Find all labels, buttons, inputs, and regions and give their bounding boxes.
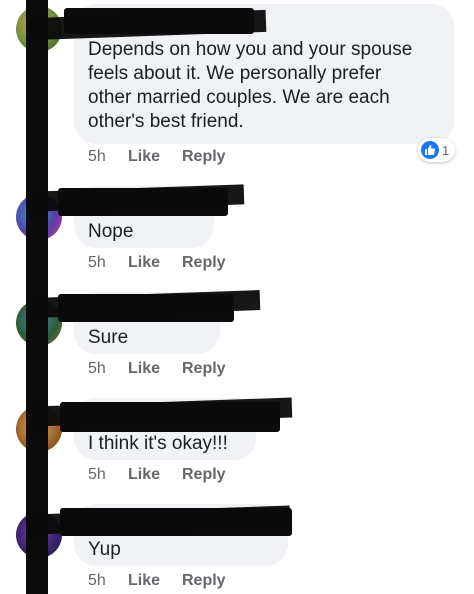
comment-text: I think it's okay!!! [88,432,228,456]
reply-button[interactable]: Reply [182,572,226,590]
comment-text-line: Sure [88,327,129,348]
reply-button[interactable]: Reply [182,360,226,378]
comment-text: Depends on how you and your spouse feels… [88,38,412,134]
comment-text-line: I think it's okay!!! [88,433,228,454]
comment-actions: 5h Like Reply [88,463,226,487]
reaction-badge[interactable]: 1 [418,138,456,162]
timestamp: 5h [88,254,106,271]
timestamp: 5h [88,466,106,483]
reply-button[interactable]: Reply [182,254,226,272]
comment-text-line: Depends on how you and your spouse [88,39,413,60]
comment-text: Yup [88,538,121,562]
comment-actions: 5h Like Reply [88,145,226,169]
comment-text-line: other married couples. We are each [88,87,390,108]
comment-thread: Depends on how you and your spouse feels… [0,0,474,594]
timestamp: 5h [88,360,106,377]
thumbs-up-icon [421,141,439,159]
comment-text: Nope [88,220,133,244]
like-button[interactable]: Like [128,360,182,378]
comment-actions: 5h Like Reply [88,569,226,593]
reply-button[interactable]: Reply [182,148,226,166]
comment-actions: 5h Like Reply [88,251,226,275]
comment-text-line: feels about it. We personally prefer [88,63,382,84]
like-button[interactable]: Like [128,148,182,166]
comment-text-line: Nope [88,221,134,242]
reply-button[interactable]: Reply [182,466,226,484]
like-button[interactable]: Like [128,466,182,484]
comment-actions: 5h Like Reply [88,357,226,381]
timestamp: 5h [88,148,106,165]
like-button[interactable]: Like [128,572,182,590]
reaction-count: 1 [442,142,450,158]
comment-text: Sure [88,326,128,350]
comment-text-line: other's best friend. [88,111,244,132]
comment-text-line: Yup [88,539,121,560]
like-button[interactable]: Like [128,254,182,272]
timestamp: 5h [88,572,106,589]
